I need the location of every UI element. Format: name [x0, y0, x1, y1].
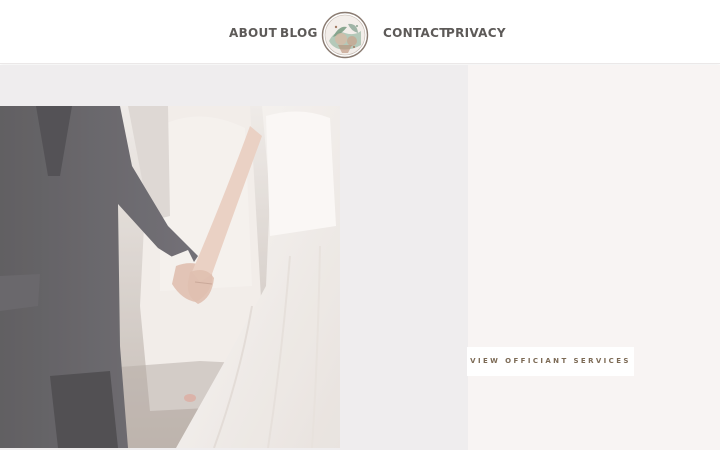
- nav-blog-link[interactable]: BLOG: [280, 26, 318, 40]
- view-officiant-services-button[interactable]: VIEW OFFICIANT SERVICES: [467, 347, 634, 376]
- nav-about-link[interactable]: ABOUT: [229, 26, 277, 40]
- couple-holding-hands-photo: [0, 106, 340, 448]
- logo-icon[interactable]: [321, 11, 369, 59]
- nav-contact-link[interactable]: CONTACT: [383, 26, 448, 40]
- hero-right-panel: [468, 65, 720, 450]
- site-header: ABOUT BLOG CONTACT PRIVACY: [0, 0, 720, 64]
- nav-privacy-link[interactable]: PRIVACY: [446, 26, 506, 40]
- photo-tint-overlay: [0, 106, 340, 448]
